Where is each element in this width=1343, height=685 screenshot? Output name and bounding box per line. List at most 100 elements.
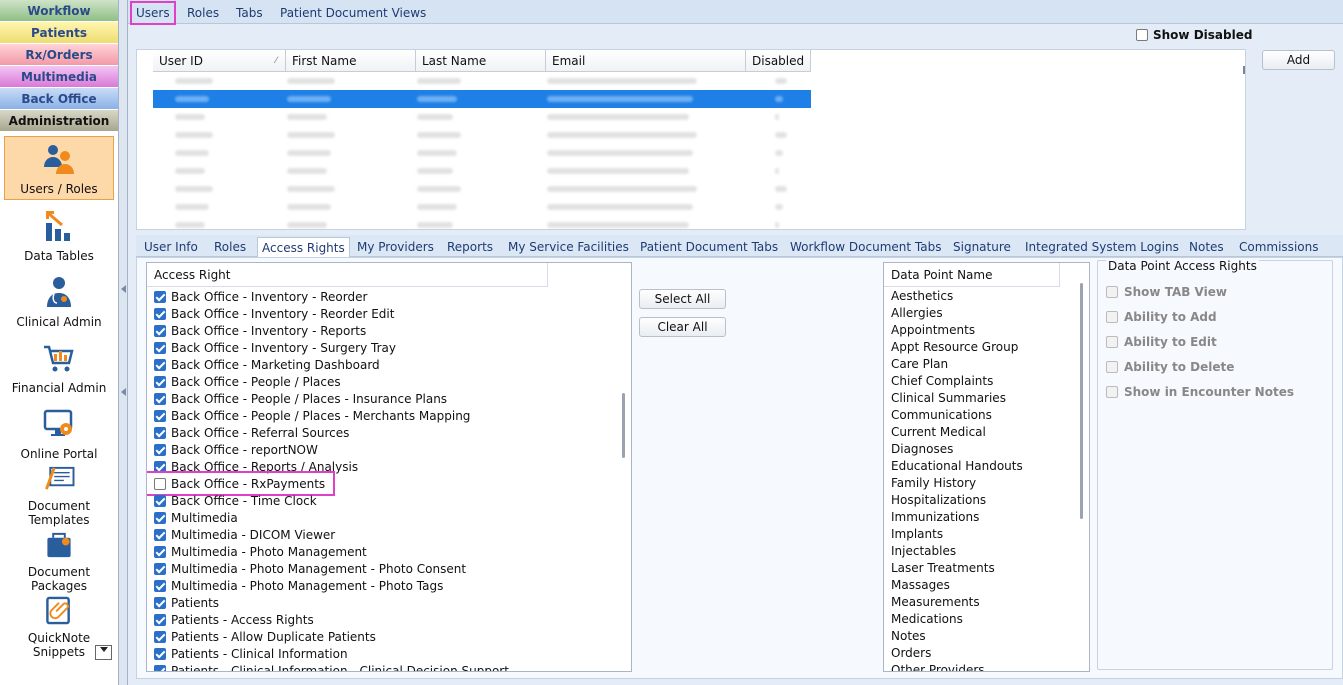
data-point-item[interactable]: Appointments xyxy=(891,322,975,339)
tab-commissions[interactable]: Commissions xyxy=(1235,237,1322,257)
access-rights-scrollbar[interactable] xyxy=(622,393,625,458)
tab-notes[interactable]: Notes xyxy=(1185,237,1228,257)
sidebar-overflow-button[interactable] xyxy=(95,645,112,660)
nav-online-portal[interactable]: Online Portal xyxy=(0,398,118,464)
tab-workflow-document-tabs[interactable]: Workflow Document Tabs xyxy=(786,237,945,257)
data-point-item[interactable]: Current Medical xyxy=(891,424,986,441)
nav-financial-admin[interactable]: Financial Admin xyxy=(0,332,118,398)
table-row[interactable] xyxy=(153,108,811,126)
data-point-item[interactable]: Allergies xyxy=(891,305,943,322)
access-right-item[interactable]: Multimedia - Photo Management xyxy=(154,543,367,560)
data-point-item[interactable]: Appt Resource Group xyxy=(891,339,1018,356)
access-right-checkbox[interactable] xyxy=(154,307,166,320)
data-point-item[interactable]: Hospitalizations xyxy=(891,492,986,509)
access-right-checkbox[interactable] xyxy=(154,528,166,541)
module-multimedia[interactable]: Multimedia xyxy=(0,66,118,88)
tab-reports[interactable]: Reports xyxy=(443,237,497,257)
access-right-checkbox[interactable] xyxy=(154,358,166,371)
tab-roles[interactable]: Roles xyxy=(210,237,250,257)
access-right-item[interactable]: Multimedia - DICOM Viewer xyxy=(154,526,335,543)
tab-users[interactable]: Users xyxy=(130,1,176,25)
data-point-item[interactable]: Notes xyxy=(891,628,926,645)
access-right-item[interactable]: Back Office - RxPayments xyxy=(147,471,336,496)
access-right-item[interactable]: Multimedia - Photo Management - Photo Ta… xyxy=(154,577,443,594)
data-point-access-checkbox[interactable] xyxy=(1106,336,1118,348)
access-right-checkbox[interactable] xyxy=(154,460,166,473)
access-right-item[interactable]: Back Office - People / Places xyxy=(154,373,341,390)
data-point-item[interactable]: Medications xyxy=(891,611,963,628)
data-point-item[interactable]: Clinical Summaries xyxy=(891,390,1006,407)
tab-patient-document-tabs[interactable]: Patient Document Tabs xyxy=(636,237,782,257)
data-point-access-checkbox[interactable] xyxy=(1106,311,1118,323)
access-right-checkbox[interactable] xyxy=(154,613,166,626)
module-rx-orders[interactable]: Rx/Orders xyxy=(0,44,118,66)
table-row[interactable] xyxy=(153,216,811,229)
table-row[interactable] xyxy=(153,90,811,108)
data-point-access-option[interactable]: Ability to Edit xyxy=(1106,335,1217,349)
tab-access-rights[interactable]: Access Rights xyxy=(257,237,350,258)
table-row[interactable] xyxy=(153,162,811,180)
sidebar-splitter[interactable] xyxy=(119,0,128,685)
access-right-checkbox[interactable] xyxy=(154,579,166,592)
access-right-checkbox[interactable] xyxy=(154,409,166,422)
data-point-access-option[interactable]: Ability to Add xyxy=(1106,310,1217,324)
select-all-button[interactable]: Select All xyxy=(639,289,726,309)
data-point-item[interactable]: Measurements xyxy=(891,594,980,611)
access-right-item[interactable]: Back Office - Inventory - Reorder xyxy=(154,288,367,305)
access-right-checkbox[interactable] xyxy=(154,477,166,490)
access-right-item[interactable]: Back Office - Marketing Dashboard xyxy=(154,356,380,373)
tab-my-service-facilities[interactable]: My Service Facilities xyxy=(504,237,633,257)
access-right-item[interactable]: Patients xyxy=(154,594,219,611)
data-point-item[interactable]: Aesthetics xyxy=(891,288,953,305)
access-right-checkbox[interactable] xyxy=(154,375,166,388)
module-back-office[interactable]: Back Office xyxy=(0,88,118,110)
data-point-access-checkbox[interactable] xyxy=(1106,286,1118,298)
add-button[interactable]: Add xyxy=(1262,50,1335,70)
column-header-last-name[interactable]: Last Name xyxy=(416,50,546,72)
data-point-access-option[interactable]: Show TAB View xyxy=(1106,285,1227,299)
access-right-item[interactable]: Back Office - reportNOW xyxy=(154,441,318,458)
table-row[interactable] xyxy=(153,144,811,162)
column-header-disabled[interactable]: Disabled xyxy=(746,50,811,72)
data-point-access-checkbox[interactable] xyxy=(1106,386,1118,398)
nav-clinical-admin[interactable]: Clinical Admin xyxy=(0,266,118,332)
access-right-checkbox[interactable] xyxy=(154,562,166,575)
nav-document-templates[interactable]: Document Templates xyxy=(0,464,118,530)
access-right-item[interactable]: Back Office - People / Places - Insuranc… xyxy=(154,390,447,407)
column-header-user-id[interactable]: User ID ⁄ xyxy=(153,50,286,72)
access-right-item[interactable]: Back Office - Time Clock xyxy=(154,492,317,509)
grid-scrollbar[interactable] xyxy=(1241,50,1245,229)
data-point-item[interactable]: Chief Complaints xyxy=(891,373,993,390)
data-point-item[interactable]: Massages xyxy=(891,577,950,594)
data-point-item[interactable]: Family History xyxy=(891,475,976,492)
access-right-item[interactable]: Back Office - People / Places - Merchant… xyxy=(154,407,470,424)
show-disabled-toggle[interactable]: Show Disabled xyxy=(1136,28,1252,42)
access-right-item[interactable]: Back Office - Referral Sources xyxy=(154,424,349,441)
access-right-item[interactable]: Patients - Clinical Information xyxy=(154,645,348,662)
column-header-email[interactable]: Email xyxy=(546,50,746,72)
tab-signature[interactable]: Signature xyxy=(949,237,1015,257)
module-administration[interactable]: Administration xyxy=(0,110,118,132)
data-point-scrollbar[interactable] xyxy=(1080,283,1083,519)
tab-my-providers[interactable]: My Providers xyxy=(353,237,438,257)
tab-roles[interactable]: Roles xyxy=(183,3,223,23)
module-patients[interactable]: Patients xyxy=(0,22,118,44)
tab-integrated-system-logins[interactable]: Integrated System Logins xyxy=(1021,237,1183,257)
data-point-item[interactable]: Implants xyxy=(891,526,943,543)
access-right-item[interactable]: Multimedia - Photo Management - Photo Co… xyxy=(154,560,466,577)
access-right-checkbox[interactable] xyxy=(154,290,166,303)
data-point-item[interactable]: Injectables xyxy=(891,543,956,560)
nav-quicknote-snippets[interactable]: QuickNote Snippets xyxy=(0,596,118,662)
data-point-item[interactable]: Immunizations xyxy=(891,509,979,526)
access-right-checkbox[interactable] xyxy=(154,511,166,524)
data-point-access-option[interactable]: Ability to Delete xyxy=(1106,360,1234,374)
tab-user-info[interactable]: User Info xyxy=(140,237,202,257)
nav-users-roles[interactable]: Users / Roles xyxy=(4,136,114,200)
data-point-item[interactable]: Laser Treatments xyxy=(891,560,995,577)
data-point-access-checkbox[interactable] xyxy=(1106,361,1118,373)
scroll-thumb[interactable] xyxy=(1243,66,1245,74)
nav-document-packages[interactable]: Document Packages xyxy=(0,530,118,596)
data-point-item[interactable]: Diagnoses xyxy=(891,441,953,458)
tab-tabs[interactable]: Tabs xyxy=(232,3,267,23)
clear-all-button[interactable]: Clear All xyxy=(639,317,726,337)
